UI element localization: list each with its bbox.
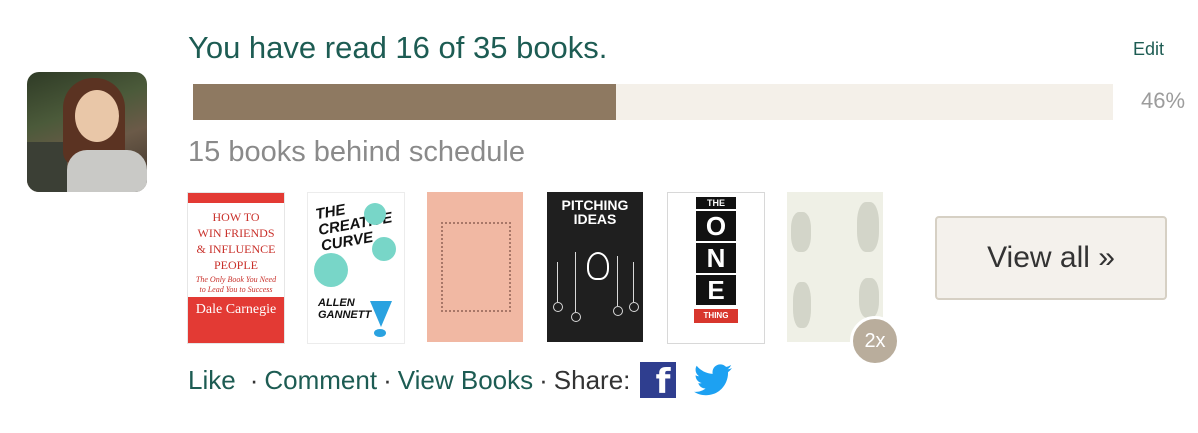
book-title-line: & INFLUENCE — [196, 242, 276, 256]
progress-bar-fill — [193, 84, 617, 120]
twitter-icon[interactable] — [694, 364, 733, 396]
avatar[interactable] — [27, 72, 147, 192]
avatar-face — [75, 90, 119, 142]
book-title-line: HOW TO — [212, 210, 260, 224]
avatar-background — [27, 142, 67, 192]
cover-circle — [629, 302, 639, 312]
cover-dot — [364, 203, 386, 225]
cover-sketch — [793, 282, 811, 328]
progress-bar — [193, 84, 1113, 120]
cover-circle — [571, 312, 581, 322]
repeat-count-badge: 2x — [850, 316, 900, 366]
facebook-icon[interactable]: f — [640, 362, 677, 402]
cover-band — [188, 193, 284, 203]
cover-line — [633, 262, 634, 302]
cover-exclamation-dot — [374, 329, 386, 337]
book-author: Dale Carnegie — [188, 297, 284, 343]
book-subtitle: The Only Book You Need to Lead You to Su… — [195, 275, 277, 294]
cover-sketch — [859, 278, 879, 318]
book-title-line: WIN FRIENDS — [197, 226, 275, 240]
cover-dot — [314, 253, 348, 287]
book-title-the: THE — [696, 197, 736, 209]
schedule-status: 15 books behind schedule — [188, 136, 525, 168]
cover-sketch — [791, 212, 811, 252]
like-link[interactable]: Like — [188, 365, 236, 396]
cover-circle — [553, 302, 563, 312]
separator: · — [249, 364, 259, 395]
cover-circle — [613, 306, 623, 316]
action-bar: Like · Comment · View Books · Share: f — [188, 362, 733, 402]
cover-frame — [441, 222, 511, 312]
book-title-thing: THING — [694, 309, 738, 323]
reading-progress-title: You have read 16 of 35 books. — [188, 30, 608, 65]
view-books-link[interactable]: View Books — [398, 365, 533, 396]
separator: · — [383, 364, 392, 395]
separator: · — [539, 364, 548, 395]
cover-exclamation — [370, 301, 392, 327]
view-all-button[interactable]: View all » — [935, 216, 1167, 300]
book-title-o: O — [696, 211, 736, 241]
cover-line — [617, 256, 618, 306]
progress-percent: 46% — [1141, 88, 1186, 113]
avatar-shirt — [67, 150, 147, 192]
book-title-line: PEOPLE — [213, 258, 258, 272]
lightbulb-icon — [587, 252, 609, 280]
share-label: Share: — [553, 364, 631, 395]
book-cover-how-to-win-friends[interactable]: HOW TO WIN FRIENDS & INFLUENCE PEOPLE Th… — [187, 192, 285, 344]
book-title-e: E — [696, 275, 736, 305]
cover-line — [557, 262, 558, 302]
book-author: ALLEN GANNETT — [318, 297, 372, 321]
book-title: PITCHING IDEAS — [561, 197, 629, 227]
book-cover-the-one-thing[interactable]: THE O N E THING — [667, 192, 765, 344]
edit-link[interactable]: Edit — [1133, 39, 1164, 60]
book-cover-3[interactable] — [427, 192, 523, 342]
cover-dot — [372, 237, 396, 261]
cover-sketch — [857, 202, 879, 252]
book-cover-pitching-ideas[interactable]: PITCHING IDEAS — [547, 192, 643, 342]
comment-link[interactable]: Comment — [264, 365, 377, 396]
cover-line — [575, 252, 576, 312]
book-cover-creative-curve[interactable]: THE CREATIVE CURVE ALLEN GANNETT — [307, 192, 405, 344]
book-title-n: N — [696, 243, 736, 273]
book-title: HOW TO WIN FRIENDS & INFLUENCE PEOPLE — [192, 209, 280, 273]
